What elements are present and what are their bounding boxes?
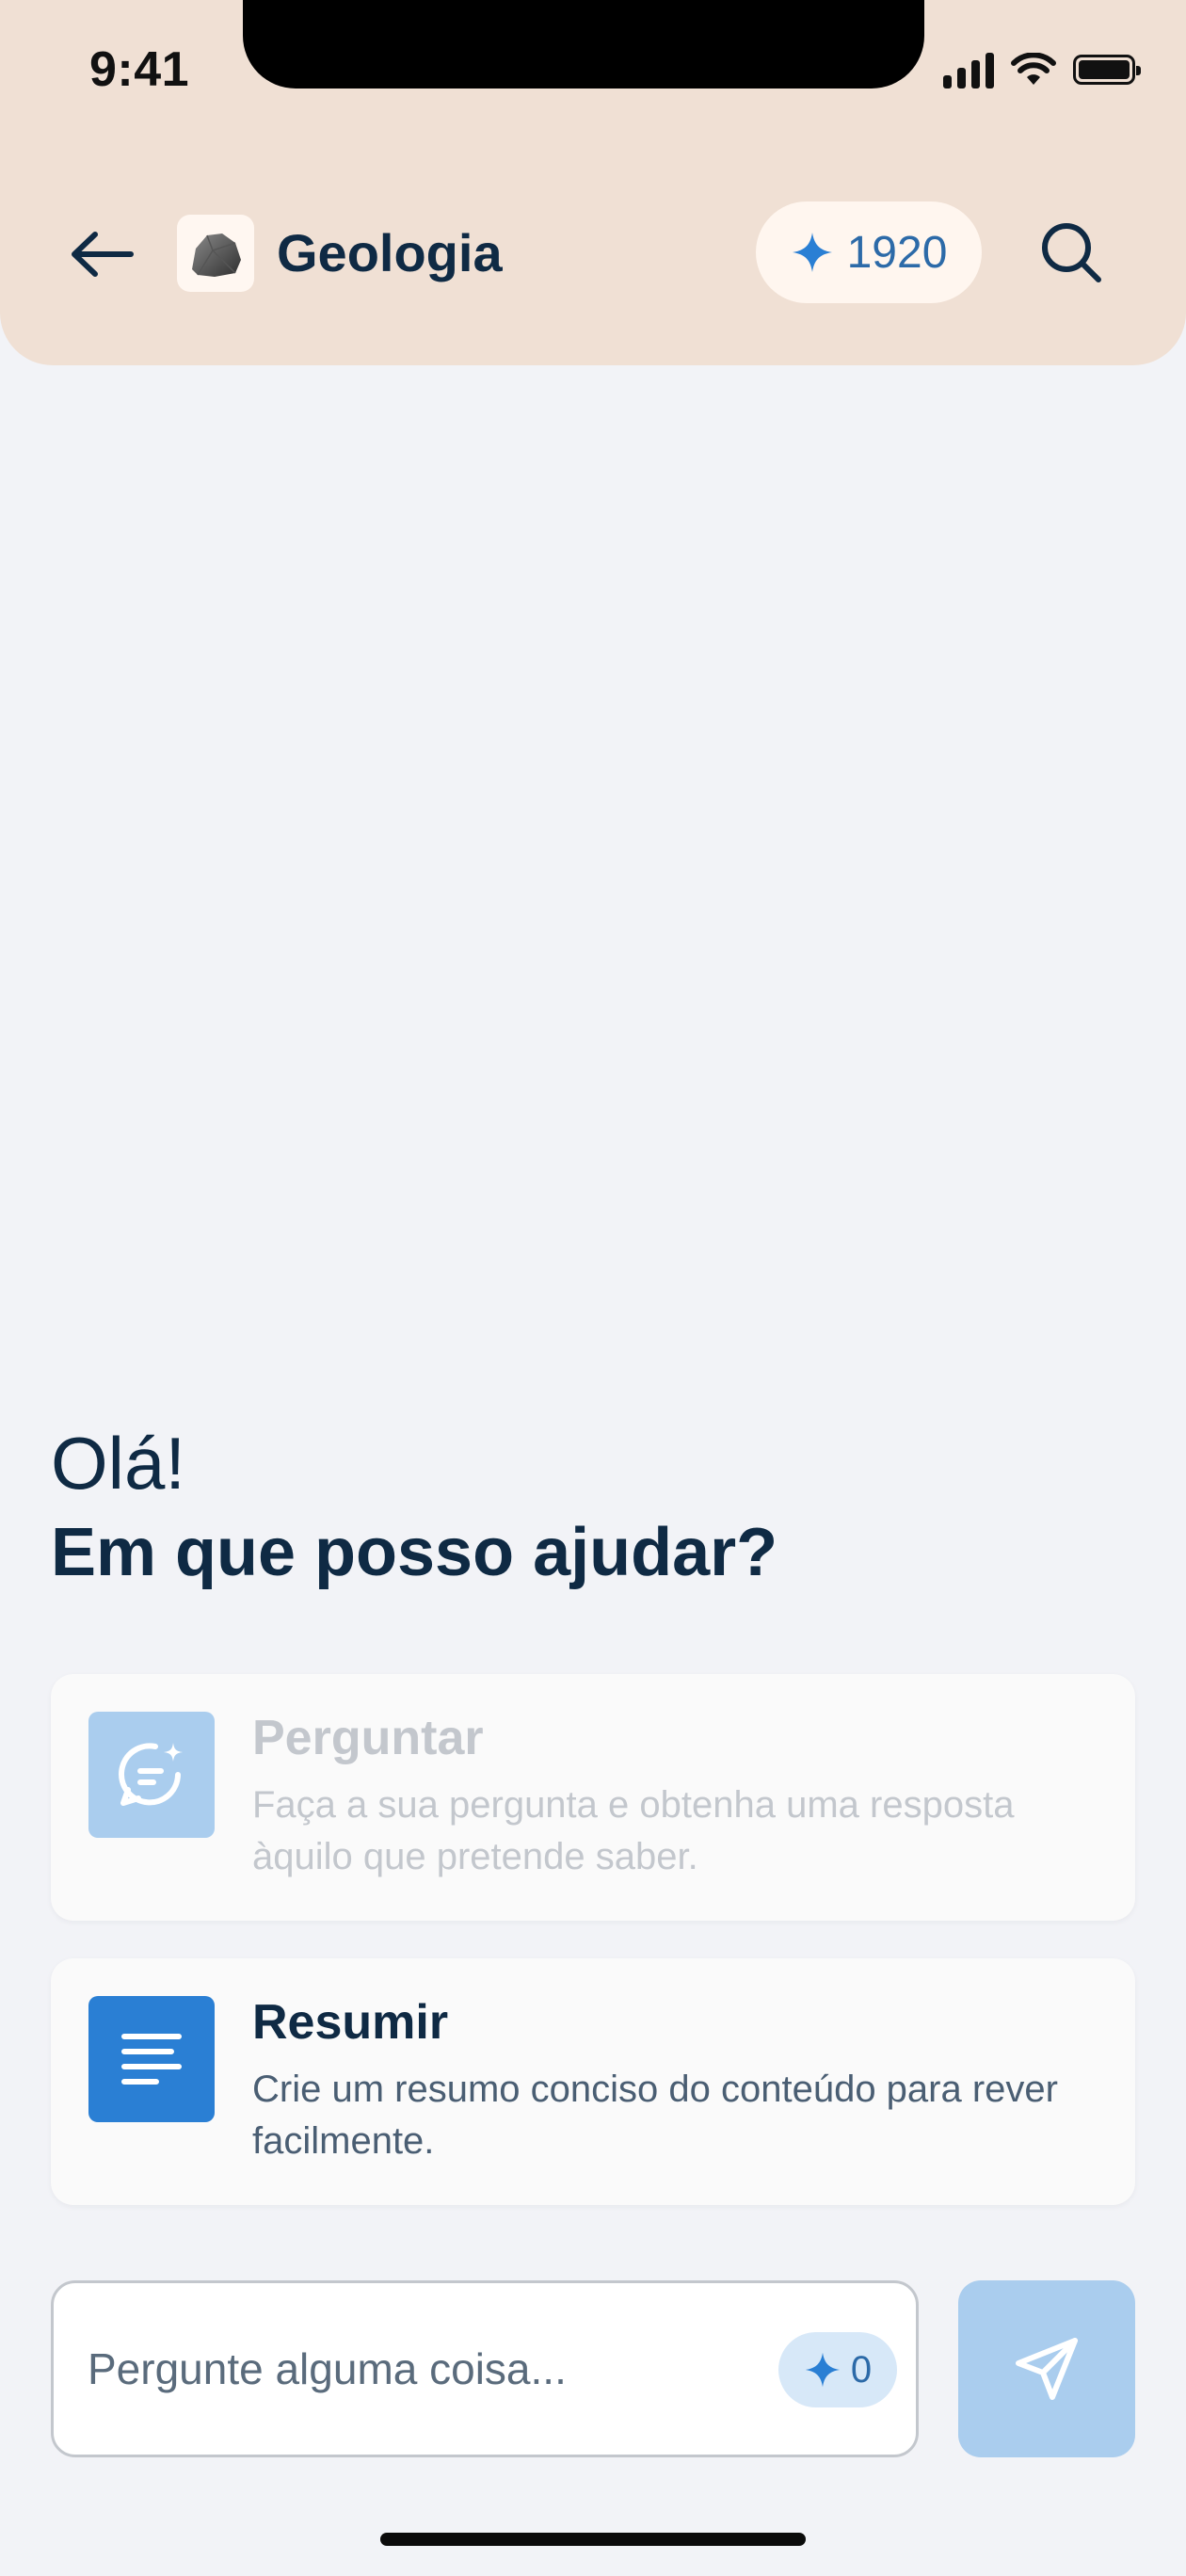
subject-title: Geologia [277, 223, 503, 282]
ask-description: Faça a sua pergunta e obtenha uma respos… [252, 1784, 1015, 1877]
summarize-icon-box [88, 1996, 215, 2122]
rock-icon [192, 233, 241, 277]
summary-lines-icon [121, 2034, 182, 2085]
back-button[interactable] [64, 220, 139, 288]
summarize-action-card[interactable]: Resumir Crie um resumo conciso do conteú… [51, 1958, 1135, 2205]
status-icons [943, 51, 1141, 89]
status-time: 9:41 [89, 42, 190, 97]
app-header: 9:41 Geologia 1920 [0, 0, 1186, 365]
credits-badge[interactable]: 1920 [756, 201, 982, 303]
battery-icon [1073, 55, 1141, 85]
send-icon [1016, 2338, 1078, 2400]
home-indicator[interactable] [380, 2533, 806, 2546]
device-notch [243, 0, 924, 89]
subject-thumbnail [177, 215, 254, 292]
back-arrow-icon [72, 232, 134, 277]
summarize-description: Crie um resumo conciso do conteúdo para … [252, 2069, 1058, 2162]
cost-count: 0 [850, 2348, 873, 2391]
ask-input[interactable] [88, 2283, 784, 2455]
ask-icon-box [88, 1712, 215, 1838]
send-button[interactable] [958, 2280, 1135, 2457]
search-button[interactable] [1034, 215, 1109, 290]
cellular-signal-icon [943, 51, 994, 89]
sparkle-icon [792, 233, 832, 272]
ask-action-card[interactable]: Perguntar Faça a sua pergunta e obtenha … [51, 1674, 1135, 1921]
help-question-heading: Em que posso ajudar? [51, 1515, 778, 1590]
search-icon [1042, 223, 1101, 282]
sparkle-icon [805, 2352, 841, 2388]
summarize-title: Resumir [252, 1995, 449, 2050]
chat-sparkle-icon [119, 1743, 183, 1806]
ask-title: Perguntar [252, 1711, 484, 1765]
credits-count: 1920 [846, 227, 948, 278]
ask-input-container[interactable]: 0 [51, 2280, 919, 2457]
wifi-icon [1011, 53, 1056, 85]
greeting-text: Olá! [51, 1422, 186, 1505]
cost-badge: 0 [778, 2332, 897, 2407]
